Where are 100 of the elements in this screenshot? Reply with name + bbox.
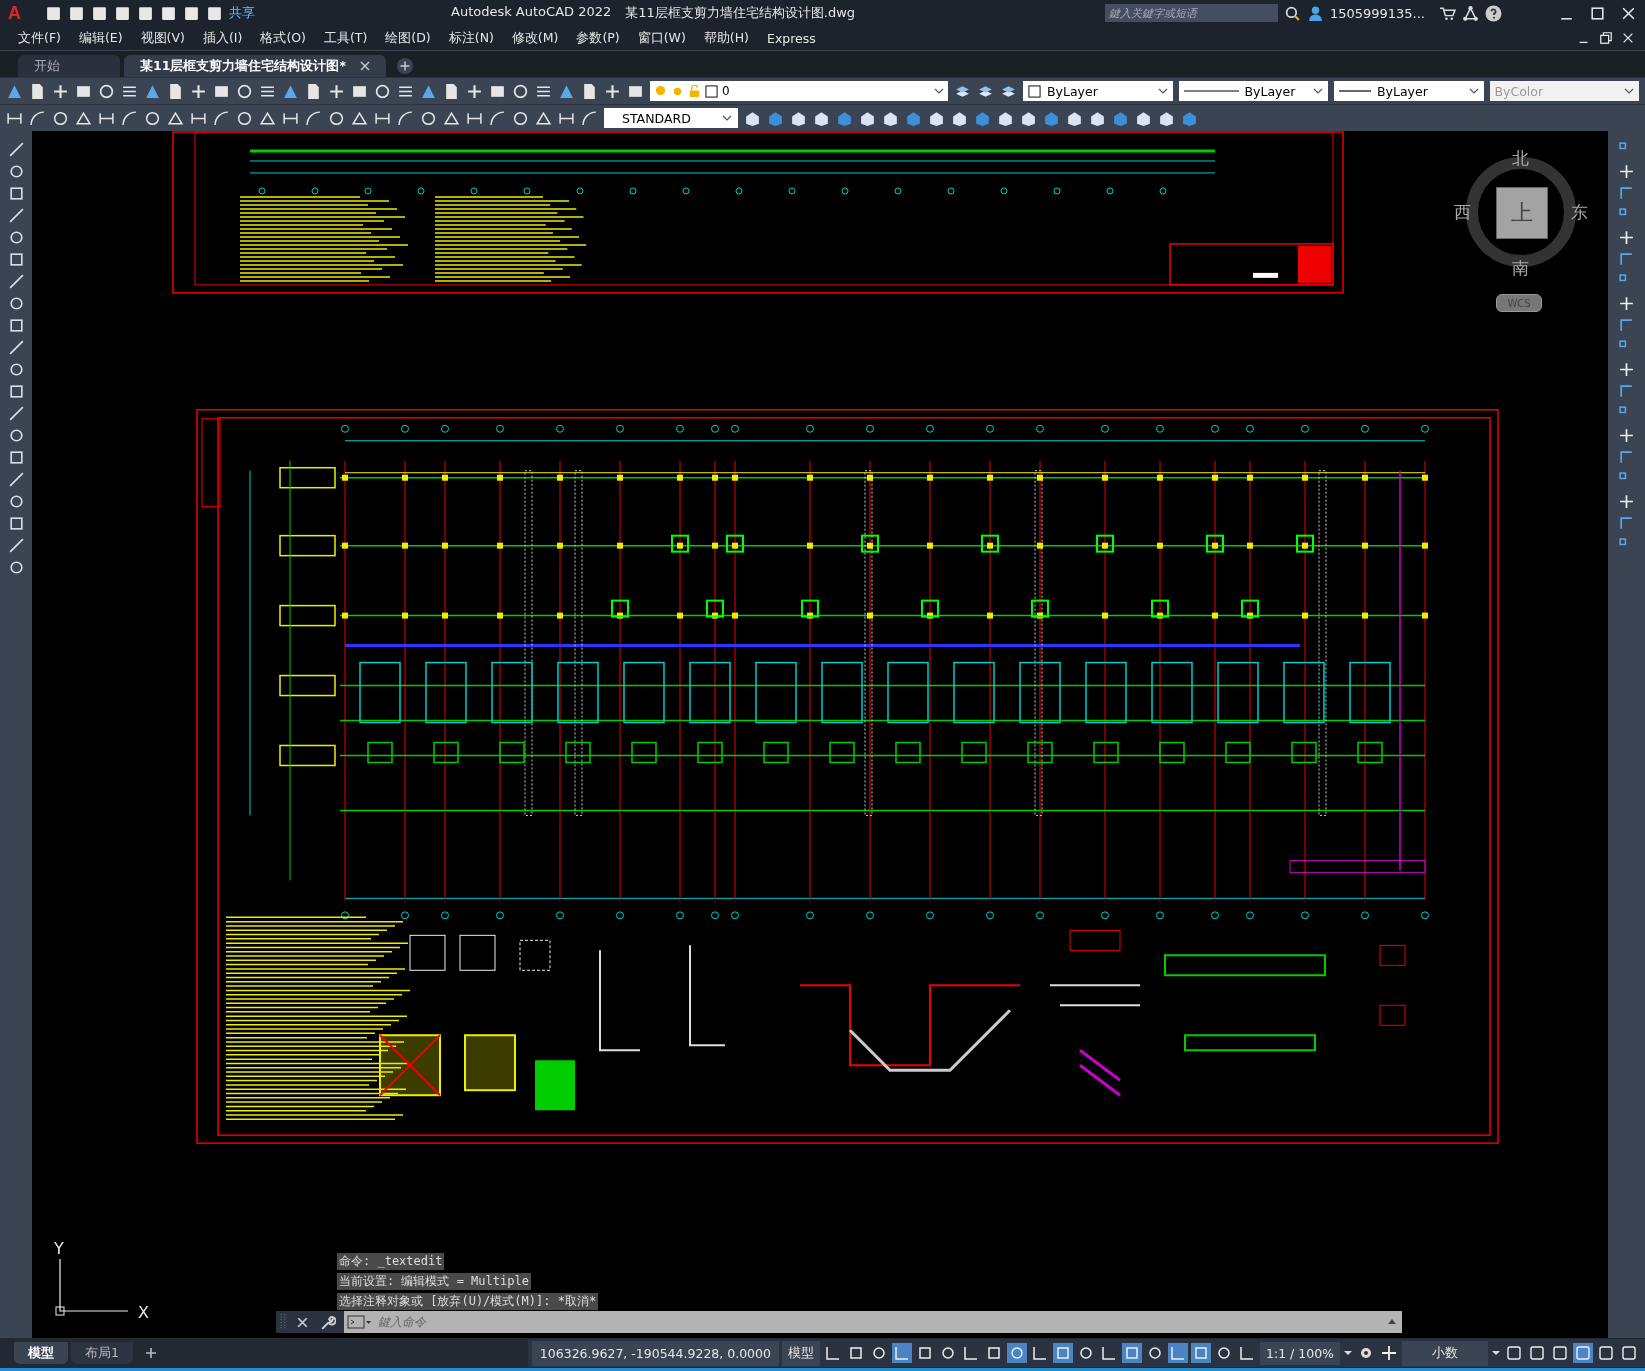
menu-item[interactable]: Express xyxy=(759,30,826,46)
property-dropdown[interactable]: ByLayer xyxy=(1334,81,1484,101)
menu-item[interactable]: 绘图(D) xyxy=(377,29,441,47)
draw-tool-icon[interactable] xyxy=(7,317,25,334)
toolbar-icon[interactable] xyxy=(790,109,807,127)
toolbar-icon[interactable] xyxy=(512,82,529,100)
network-icon[interactable] xyxy=(1462,4,1479,22)
caret-icon[interactable] xyxy=(1343,1350,1353,1356)
toolbar-icon[interactable] xyxy=(183,4,200,22)
toolbar-icon[interactable] xyxy=(29,82,46,100)
compass-label[interactable]: 东 xyxy=(1571,201,1588,224)
status-icon[interactable] xyxy=(1527,1343,1547,1363)
draw-tool-icon[interactable] xyxy=(7,163,25,180)
modify-tool-icon[interactable] xyxy=(1618,185,1635,202)
compass-label[interactable]: 西 xyxy=(1454,201,1471,224)
status-toggle-icon[interactable] xyxy=(1168,1343,1188,1363)
layer-dropdown[interactable]: 0 xyxy=(650,81,948,101)
toolbar-icon[interactable] xyxy=(213,109,230,127)
menu-item[interactable]: 插入(I) xyxy=(194,29,253,47)
file-tab[interactable]: 开始 xyxy=(18,55,120,77)
draw-tool-icon[interactable] xyxy=(7,251,25,268)
toolbar-icon[interactable] xyxy=(489,109,506,127)
view-cube-face[interactable]: 上 xyxy=(1496,187,1548,239)
wrench-icon[interactable] xyxy=(319,1313,336,1331)
toolbar-icon[interactable] xyxy=(328,82,345,100)
status-toggle-icon[interactable] xyxy=(1053,1343,1073,1363)
model-space-button[interactable]: 模型 xyxy=(782,1340,820,1366)
modify-tool-icon[interactable] xyxy=(1618,317,1635,334)
toolbar-icon[interactable] xyxy=(1158,109,1175,127)
modify-tool-icon[interactable] xyxy=(1618,251,1635,268)
status-toggle-icon[interactable] xyxy=(892,1343,912,1363)
menu-item[interactable]: 文件(F) xyxy=(10,29,71,47)
menu-item[interactable]: 标注(N) xyxy=(440,29,504,47)
help-icon[interactable] xyxy=(1485,4,1502,22)
modify-tool-icon[interactable] xyxy=(1618,427,1635,444)
modify-tool-icon[interactable] xyxy=(1618,383,1635,400)
annotation-scale-button[interactable]: 1:1 / 100% xyxy=(1260,1341,1340,1365)
dim-style-dropdown[interactable]: STANDARD xyxy=(604,108,738,128)
file-tab[interactable]: 某11层框支剪力墙住宅结构设计图* xyxy=(124,55,386,77)
toolbar-icon[interactable] xyxy=(813,109,830,127)
toolbar-icon[interactable] xyxy=(1066,109,1083,127)
draw-tool-icon[interactable] xyxy=(7,185,25,202)
compass-label[interactable]: 北 xyxy=(1512,147,1529,170)
toolbar-icon[interactable] xyxy=(535,109,552,127)
draw-tool-icon[interactable] xyxy=(7,229,25,246)
maximize-icon[interactable] xyxy=(1589,4,1606,22)
status-icon[interactable] xyxy=(1504,1343,1524,1363)
property-dropdown[interactable]: ByLayer xyxy=(1023,81,1173,101)
toolbar-icon[interactable] xyxy=(160,4,177,22)
toolbar-icon[interactable] xyxy=(997,109,1014,127)
units-dropdown[interactable]: 小数 xyxy=(1402,1340,1488,1366)
cart-icon[interactable] xyxy=(1439,4,1456,22)
toolbar-icon[interactable] xyxy=(397,109,414,127)
status-toggle-icon[interactable] xyxy=(1007,1343,1027,1363)
toolbar-icon[interactable] xyxy=(144,109,161,127)
toolbar-icon[interactable] xyxy=(443,82,460,100)
close-icon[interactable] xyxy=(359,61,370,71)
modify-tool-icon[interactable] xyxy=(1618,449,1635,466)
toolbar-icon[interactable] xyxy=(328,109,345,127)
draw-tool-icon[interactable] xyxy=(7,339,25,356)
toolbar-icon[interactable] xyxy=(75,109,92,127)
layout-tab[interactable]: 布局1 xyxy=(71,1342,133,1364)
toolbar-icon[interactable] xyxy=(1135,109,1152,127)
modify-tool-icon[interactable] xyxy=(1618,515,1635,532)
menu-item[interactable]: 窗口(W) xyxy=(629,29,696,47)
draw-tool-icon[interactable] xyxy=(7,493,25,510)
draw-tool-icon[interactable] xyxy=(7,383,25,400)
user-icon[interactable] xyxy=(1306,4,1324,22)
toolbar-icon[interactable] xyxy=(581,109,598,127)
toolbar-icon[interactable] xyxy=(351,109,368,127)
toolbar-icon[interactable] xyxy=(259,109,276,127)
status-icon[interactable] xyxy=(1596,1343,1616,1363)
modify-tool-icon[interactable] xyxy=(1618,493,1635,510)
toolbar-icon[interactable] xyxy=(236,109,253,127)
menu-item[interactable]: 编辑(E) xyxy=(70,29,133,47)
toolbar-icon[interactable] xyxy=(604,82,621,100)
modify-tool-icon[interactable] xyxy=(1618,295,1635,312)
draw-tool-icon[interactable] xyxy=(7,515,25,532)
toolbar-icon[interactable] xyxy=(190,82,207,100)
toolbar-icon[interactable] xyxy=(121,109,138,127)
draw-tool-icon[interactable] xyxy=(7,559,25,576)
expand-history-icon[interactable] xyxy=(1382,1311,1402,1333)
toolbar-icon[interactable] xyxy=(29,109,46,127)
draw-tool-icon[interactable] xyxy=(7,361,25,378)
toolbar-icon[interactable] xyxy=(98,82,115,100)
toolbar-icon[interactable] xyxy=(167,109,184,127)
menu-item[interactable]: 参数(P) xyxy=(568,29,630,47)
toolbar-icon[interactable] xyxy=(928,109,945,127)
toolbar-icon[interactable] xyxy=(420,109,437,127)
toolbar-icon[interactable] xyxy=(45,4,62,22)
toolbar-icon[interactable] xyxy=(466,82,483,100)
toolbar-icon[interactable] xyxy=(512,109,529,127)
menu-item[interactable]: 工具(T) xyxy=(315,29,378,47)
status-toggle-icon[interactable] xyxy=(1191,1343,1211,1363)
status-toggle-icon[interactable] xyxy=(1122,1343,1142,1363)
modify-tool-icon[interactable] xyxy=(1618,163,1635,180)
user-name[interactable]: 1505999135... xyxy=(1329,5,1425,21)
toolbar-icon[interactable] xyxy=(305,82,322,100)
terminal-icon[interactable] xyxy=(344,1311,374,1333)
property-dropdown[interactable]: ByLayer xyxy=(1178,81,1328,101)
